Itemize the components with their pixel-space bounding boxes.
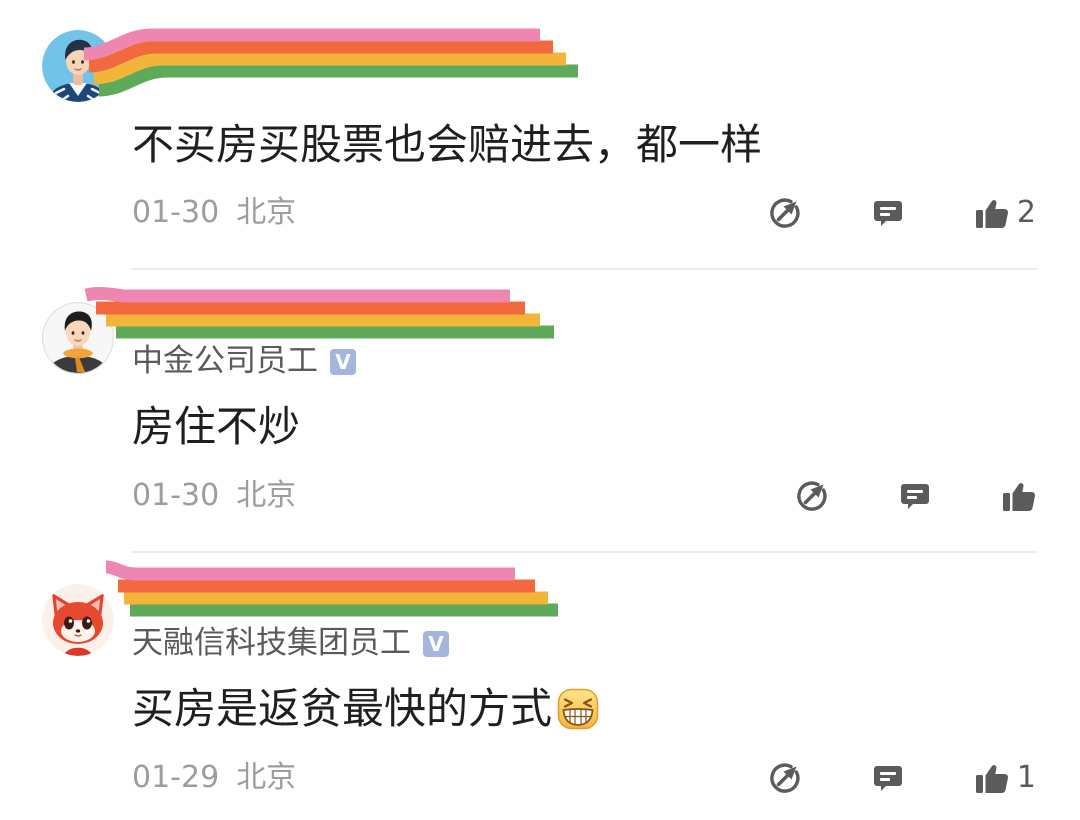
comment-actions: 1 <box>769 762 1036 794</box>
reply-button[interactable] <box>899 480 931 512</box>
share-button[interactable] <box>796 480 828 512</box>
comment-location: 北京 <box>236 760 297 795</box>
share-icon <box>770 763 800 793</box>
share-button[interactable] <box>769 197 801 229</box>
comment-item[interactable]: 不买房买股票也会赔进去，都一样 01-30 北京 2 <box>0 0 1080 268</box>
user-company-title: 天融信科技集团员工 <box>132 625 411 661</box>
share-button[interactable] <box>769 762 801 794</box>
comment-actions <box>796 480 1036 512</box>
share-icon <box>770 198 800 228</box>
comment-actions: 2 <box>769 197 1036 229</box>
thumbs-up-icon <box>975 200 1008 228</box>
comment-date: 01-30 <box>132 478 220 513</box>
like-count: 1 <box>1016 760 1036 795</box>
verified-badge: V <box>423 630 449 657</box>
user-title: 天融信科技集团员工 V <box>132 628 449 659</box>
user-company-title: 中金公司员工 <box>132 343 318 379</box>
comment-location: 北京 <box>236 478 297 513</box>
user-title: 中金公司员工 V <box>132 346 356 377</box>
divider <box>132 268 1038 270</box>
comment-text: 买房是返贫最快的方式 <box>132 688 600 730</box>
comment-item[interactable]: 中金公司员工 V 房住不炒 01-30 北京 <box>0 272 1080 551</box>
comment-location: 北京 <box>236 195 297 230</box>
thumbs-up-icon <box>975 765 1008 793</box>
comment-meta: 01-29 北京 <box>132 763 296 793</box>
like-button[interactable]: 1 <box>975 762 1036 794</box>
redaction-scribble <box>105 560 558 617</box>
comment-meta: 01-30 北京 <box>132 198 296 228</box>
grinning-squinting-face-icon <box>557 688 599 730</box>
comment-text-content: 不买房买股票也会赔进去，都一样 <box>132 120 763 169</box>
comment-text-content: 房住不炒 <box>132 402 301 451</box>
comment-text: 不买房买股票也会赔进去，都一样 <box>132 124 762 166</box>
like-button[interactable]: 2 <box>975 197 1036 229</box>
comment-bubble-icon <box>873 201 902 226</box>
divider <box>132 551 1038 553</box>
comment-date: 01-30 <box>132 195 220 230</box>
redaction-scribble <box>83 28 578 97</box>
comment-meta: 01-30 北京 <box>132 481 296 511</box>
comment-bubble-icon <box>901 484 929 509</box>
verified-badge: V <box>330 348 356 375</box>
reply-button[interactable] <box>872 762 904 794</box>
redaction-scribble <box>84 286 554 339</box>
comment-text: 房住不炒 <box>132 406 300 448</box>
share-icon <box>797 481 827 511</box>
comment-item[interactable]: 天融信科技集团员工 V 买房是返贫最快的方式 01-29 北京 1 <box>0 554 1080 820</box>
like-button[interactable] <box>1002 480 1036 512</box>
comment-text-content: 买房是返贫最快的方式 <box>132 684 553 733</box>
reply-button[interactable] <box>872 197 904 229</box>
like-count: 2 <box>1016 195 1036 230</box>
thumbs-up-icon <box>1003 483 1036 511</box>
comment-date: 01-29 <box>132 760 220 795</box>
comment-bubble-icon <box>873 766 902 791</box>
